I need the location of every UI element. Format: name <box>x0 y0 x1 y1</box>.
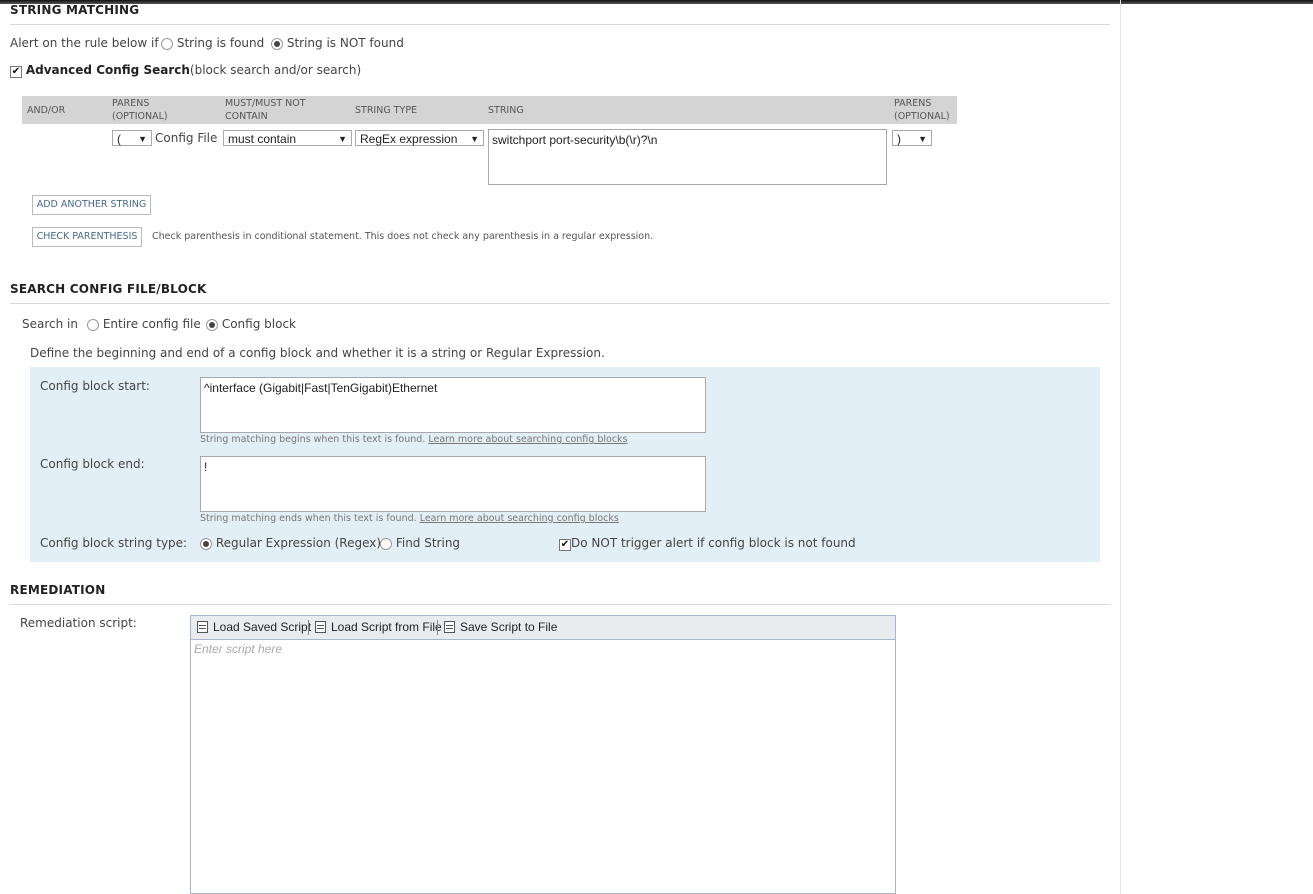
header-must-line1: MUST/MUST NOT <box>225 98 306 109</box>
header-must: MUST/MUST NOT CONTAIN <box>225 97 306 123</box>
check-parenthesis-note: Check parenthesis in conditional stateme… <box>152 231 654 242</box>
remediation-title: REMEDIATION <box>10 583 106 597</box>
header-parens-open-line2: (OPTIONAL) <box>112 111 168 122</box>
search-in-label: Search in <box>22 317 78 331</box>
config-block-start-textarea[interactable]: ^interface (Gigabit|Fast|TenGigabit)Ethe… <box>200 377 706 433</box>
no-trigger-label: Do NOT trigger alert if config block is … <box>571 536 856 550</box>
remediation-script-editor[interactable]: Enter script here <box>190 639 896 894</box>
advanced-config-search-label: Advanced Config Search <box>25 63 190 77</box>
section-divider <box>10 303 1110 304</box>
radio-regex-label: Regular Expression (Regex) <box>215 536 382 550</box>
radio-find-string[interactable]: Find String <box>380 536 460 550</box>
check-parenthesis-button[interactable]: CHECK PARENTHESIS <box>32 227 142 247</box>
radio-selected-icon[interactable] <box>271 37 283 50</box>
radio-selected-icon[interactable] <box>206 318 218 331</box>
config-block-end-textarea[interactable]: ! <box>200 456 706 512</box>
header-string-type: STRING TYPE <box>355 105 418 116</box>
load-script-from-file-label: Load Script from File <box>331 620 442 634</box>
section-divider <box>10 24 1110 25</box>
toolbar-separator <box>437 620 438 635</box>
no-trigger-toggle[interactable]: ✔ Do NOT trigger alert if config block is… <box>559 536 856 551</box>
save-script-to-file-button[interactable]: Save Script to File <box>444 620 557 634</box>
string-textarea[interactable]: switchport port-security\b(\r)?\n <box>488 129 887 185</box>
header-parens-close-line1: PARENS <box>894 98 932 109</box>
alert-condition-label: Alert on the rule below if <box>10 36 159 50</box>
search-config-title: SEARCH CONFIG FILE/BLOCK <box>10 282 207 296</box>
learn-more-link[interactable]: Learn more about searching config blocks <box>428 434 627 445</box>
string-matching-title: STRING MATCHING <box>10 3 140 17</box>
radio-entire-config-label: Entire config file <box>102 317 201 331</box>
radio-icon[interactable] <box>161 37 173 50</box>
remediation-script-label: Remediation script: <box>20 616 137 630</box>
radio-regex[interactable]: Regular Expression (Regex) <box>200 536 381 550</box>
header-must-line2: CONTAIN <box>225 111 268 122</box>
radio-entire-config[interactable]: Entire config file <box>87 317 201 331</box>
end-hint-text: String matching ends when this text is f… <box>200 513 417 524</box>
config-block-end-hint: String matching ends when this text is f… <box>200 513 619 524</box>
radio-icon[interactable] <box>380 537 392 550</box>
header-and-or: AND/OR <box>27 105 66 116</box>
window-top-border <box>0 0 1313 4</box>
config-block-end-label: Config block end: <box>40 457 145 471</box>
paren-open-select[interactable]: (▼ <box>112 130 152 146</box>
save-script-icon <box>444 621 455 633</box>
radio-find-string-label: Find String <box>395 536 461 550</box>
header-parens-close: PARENS (OPTIONAL) <box>894 97 950 123</box>
radio-string-not-found[interactable]: String is NOT found <box>271 36 404 50</box>
must-contain-value: must contain <box>228 132 297 146</box>
header-parens-open-line1: PARENS <box>112 98 150 109</box>
config-file-label: Config File <box>155 131 218 145</box>
load-saved-script-icon <box>197 621 208 633</box>
config-block-start-hint: String matching begins when this text is… <box>200 434 628 445</box>
advanced-config-search-toggle[interactable]: ✔ Advanced Config Search(block search an… <box>10 63 361 78</box>
radio-selected-icon[interactable] <box>200 537 212 550</box>
script-placeholder: Enter script here <box>194 642 283 656</box>
radio-config-block[interactable]: Config block <box>206 317 296 331</box>
header-string: STRING <box>488 105 524 116</box>
load-script-file-icon <box>315 621 326 633</box>
dropdown-arrow-icon: ▼ <box>918 134 927 144</box>
must-contain-select[interactable]: must contain ▼ <box>223 130 352 146</box>
add-another-string-button[interactable]: ADD ANOTHER STRING <box>32 195 151 215</box>
paren-close-select[interactable]: ) ▼ <box>892 130 932 146</box>
paren-open-value: ( <box>117 132 121 146</box>
load-script-from-file-button[interactable]: Load Script from File <box>315 620 442 634</box>
define-block-text: Define the beginning and end of a config… <box>30 346 605 360</box>
paren-close-value: ) <box>897 132 901 146</box>
radio-icon[interactable] <box>87 318 99 331</box>
radio-string-found[interactable]: String is found <box>161 36 264 50</box>
start-hint-text: String matching begins when this text is… <box>200 434 426 445</box>
learn-more-link[interactable]: Learn more about searching config blocks <box>420 513 619 524</box>
config-block-type-label: Config block string type: <box>40 536 188 550</box>
save-script-to-file-label: Save Script to File <box>460 620 558 634</box>
checkbox-checked-icon[interactable]: ✔ <box>559 539 571 551</box>
load-saved-script-label: Load Saved Script <box>213 620 312 634</box>
radio-string-not-found-label: String is NOT found <box>286 36 404 50</box>
radio-config-block-label: Config block <box>221 317 296 331</box>
checkbox-checked-icon[interactable]: ✔ <box>10 66 22 78</box>
radio-string-found-label: String is found <box>176 36 265 50</box>
toolbar-separator <box>308 620 309 635</box>
dropdown-arrow-icon: ▼ <box>138 134 147 144</box>
string-type-value: RegEx expression <box>360 132 458 146</box>
advanced-config-search-suffix: (block search and/or search) <box>189 63 362 77</box>
config-block-start-label: Config block start: <box>40 379 150 393</box>
right-panel-divider <box>1120 0 1121 894</box>
header-parens-close-line2: (OPTIONAL) <box>894 111 950 122</box>
string-type-select[interactable]: RegEx expression ▼ <box>355 130 484 146</box>
load-saved-script-button[interactable]: Load Saved Script <box>197 620 311 634</box>
section-divider <box>10 604 1110 605</box>
dropdown-arrow-icon: ▼ <box>470 134 479 144</box>
header-parens-open: PARENS (OPTIONAL) <box>112 97 168 123</box>
dropdown-arrow-icon: ▼ <box>338 134 347 144</box>
script-toolbar: Load Saved Script Load Script from File … <box>190 615 896 639</box>
